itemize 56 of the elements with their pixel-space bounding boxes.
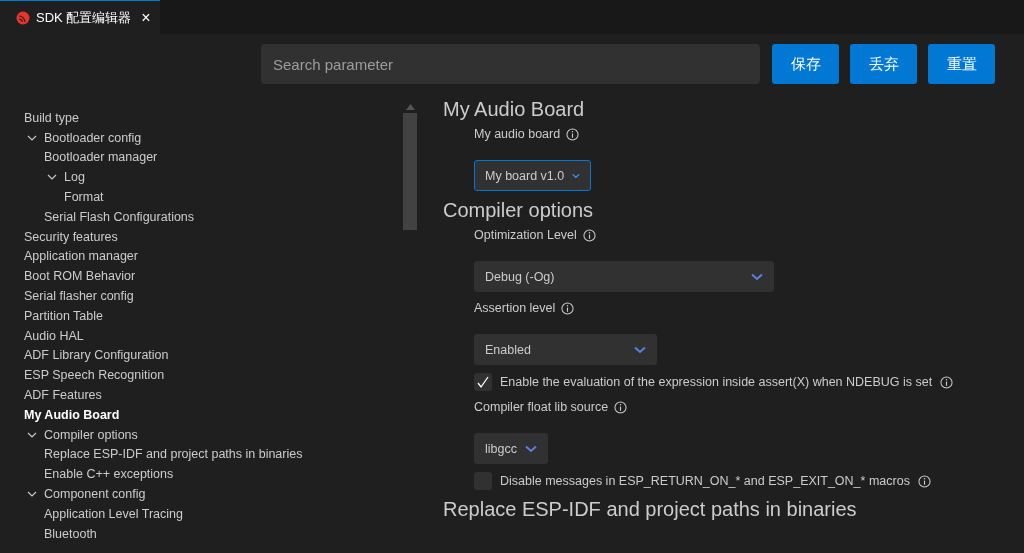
close-icon[interactable]: ×: [141, 8, 151, 27]
checkbox-label: Disable messages in ESP_RETURN_ON_* and ESP_EXIT_ON_* macros: [500, 474, 910, 488]
tree-item[interactable]: Bluetooth: [44, 526, 97, 541]
tree-item[interactable]: Application Level Tracing: [44, 506, 183, 521]
chevron-down-icon: [751, 272, 763, 281]
action-button[interactable]: 丢弃: [850, 44, 917, 84]
setting-label: Compiler float lib source: [474, 400, 609, 414]
dropdown[interactable]: My board v1.0: [474, 160, 591, 191]
tree-item[interactable]: Serial flasher config: [24, 289, 134, 304]
tree-item[interactable]: Enable C++ exceptions: [44, 467, 174, 482]
tree-item[interactable]: Bootloader manager: [44, 150, 158, 165]
tree-item[interactable]: Partition Table: [24, 308, 103, 323]
setting-label: My audio board: [474, 127, 561, 141]
section-heading: Compiler options: [443, 198, 595, 223]
tree-item[interactable]: ADF Library Configuration: [24, 348, 169, 363]
tree-item[interactable]: Audio HAL: [24, 328, 84, 343]
action-button[interactable]: 重置: [928, 44, 995, 84]
info-icon[interactable]: [561, 301, 575, 315]
tree-item[interactable]: Serial Flash Configurations: [44, 209, 195, 224]
chevron-down-icon: [572, 171, 580, 180]
chevron-down-icon: [634, 345, 646, 354]
section-heading: Replace ESP-IDF and project paths in binaries: [443, 497, 858, 522]
tree-item[interactable]: Replace ESP-IDF and project paths in binaries: [44, 447, 303, 462]
search-field[interactable]: Search parameter: [261, 44, 760, 84]
info-icon[interactable]: [614, 400, 628, 414]
tree-item[interactable]: Bootloader config: [44, 130, 142, 145]
scrollbar-thumb[interactable]: [403, 113, 417, 230]
chevron-down-icon: [525, 444, 537, 453]
info-icon[interactable]: [582, 228, 596, 242]
section-heading: My Audio Board: [443, 97, 586, 122]
info-icon[interactable]: [917, 474, 931, 488]
setting-label: Optimization Level: [474, 228, 577, 242]
info-icon[interactable]: [940, 375, 954, 389]
tree-item[interactable]: Compiler options: [44, 427, 138, 442]
tree-item[interactable]: Format: [64, 190, 104, 205]
dropdown[interactable]: libgcc: [474, 433, 548, 464]
checkbox-label: Enable the evaluation of the expression inside assert(X) when NDEBUG is set: [500, 375, 933, 389]
setting-label: Assertion level: [474, 301, 556, 315]
tree-item[interactable]: Log: [64, 170, 85, 185]
tree-item[interactable]: Boot ROM Behavior: [24, 269, 136, 284]
action-button[interactable]: 保存: [772, 44, 839, 84]
check-icon: [476, 375, 490, 389]
tree-item[interactable]: Application manager: [24, 249, 138, 264]
dropdown[interactable]: Debug (-Og): [474, 261, 774, 292]
info-icon[interactable]: [566, 127, 580, 141]
tree-item[interactable]: ESP Speech Recognition: [24, 368, 165, 383]
tree-item[interactable]: Build type: [24, 110, 79, 125]
tab-title: SDK 配置编辑器: [36, 8, 132, 27]
checkbox[interactable]: [474, 373, 492, 391]
editor-tab[interactable]: SDK 配置编辑器 ×: [0, 0, 160, 34]
tree-item[interactable]: Component config: [44, 487, 146, 502]
logo-icon: [16, 10, 30, 25]
dropdown[interactable]: Enabled: [474, 334, 657, 365]
tree-item[interactable]: Security features: [24, 229, 118, 244]
tree-item[interactable]: ADF Features: [24, 388, 102, 403]
tree-item[interactable]: My Audio Board: [24, 407, 120, 422]
